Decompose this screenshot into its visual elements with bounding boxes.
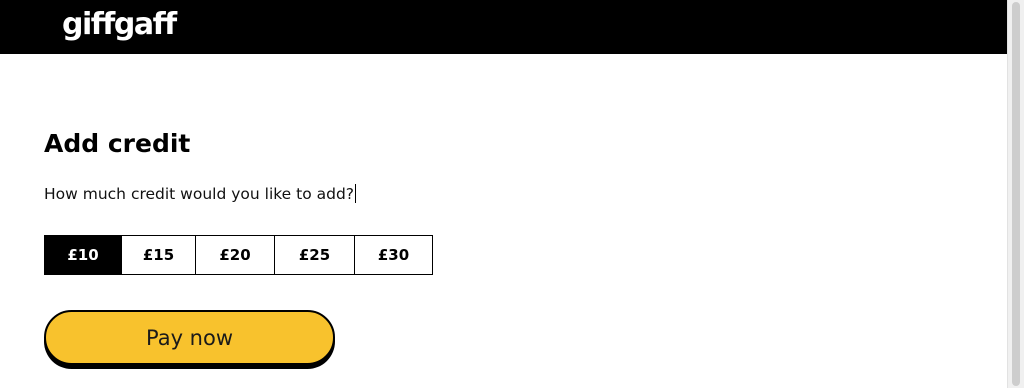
credit-question-text: How much credit would you like to add? <box>44 185 355 203</box>
add-credit-page: giffgaff Add credit How much credit woul… <box>0 0 1024 388</box>
site-header: giffgaff <box>0 0 1007 54</box>
amount-option-10[interactable]: £10 <box>45 236 121 274</box>
amount-option-15[interactable]: £15 <box>121 236 195 274</box>
vertical-scrollbar[interactable] <box>1007 0 1024 388</box>
amount-option-30[interactable]: £30 <box>354 236 432 274</box>
credit-amount-selector: £10 £15 £20 £25 £30 <box>44 235 433 275</box>
text-cursor-icon <box>355 184 357 203</box>
amount-option-20[interactable]: £20 <box>195 236 274 274</box>
scrollbar-thumb[interactable] <box>1012 2 1020 386</box>
giffgaff-logo[interactable]: giffgaff <box>62 7 177 43</box>
amount-option-25[interactable]: £25 <box>274 236 354 274</box>
credit-question: How much credit would you like to add? <box>44 184 357 204</box>
pay-now-button[interactable]: Pay now <box>44 310 335 365</box>
page-title: Add credit <box>44 129 191 158</box>
